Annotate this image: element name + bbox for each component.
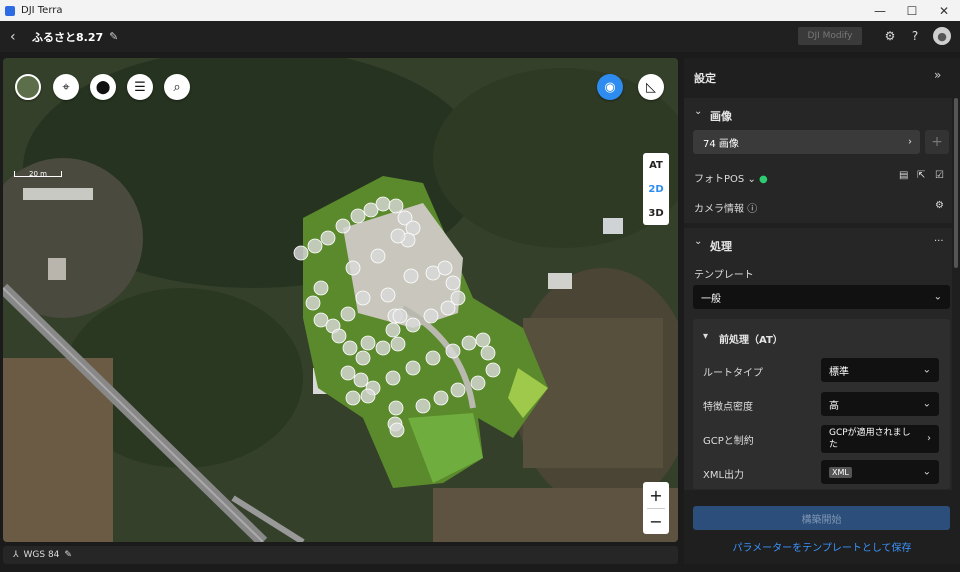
photo-pos-label: フォトPOS (694, 174, 745, 185)
chevron-down-icon: ⌄ (922, 364, 931, 376)
save-as-template-link[interactable]: パラメーターをテンプレートとして保存 (684, 539, 960, 554)
add-image-button[interactable]: + (925, 130, 949, 154)
view-mode-at[interactable]: AT (643, 153, 669, 177)
window-title: DJI Terra (21, 5, 63, 16)
basemap-toggle-icon[interactable] (15, 74, 41, 100)
settings-panel: 設定 » ⌄ 画像 74 画像 › + フォトPOS ⌄ ● ▤ ⇱ ☑ カメラ… (684, 58, 960, 564)
avatar[interactable]: ● (933, 27, 951, 45)
dji-modify-button[interactable]: DJI Modify (798, 27, 862, 45)
map-status-bar: ⅄ WGS 84 ✎ (3, 546, 678, 564)
camera-info-label: カメラ情報 (694, 204, 744, 215)
coordinate-axis-icon: ⅄ (13, 550, 19, 560)
xml-chip: XML (829, 466, 852, 478)
chevron-down-icon: ⌄ (747, 174, 759, 185)
rename-pencil-icon[interactable]: ✎ (109, 30, 118, 43)
route-type-dropdown[interactable]: 標準 ⌄ (821, 358, 939, 382)
panel-scrollbar[interactable] (954, 98, 958, 268)
chevron-down-icon[interactable]: ⌄ (694, 106, 702, 117)
help-icon[interactable]: ? (907, 28, 923, 44)
locate-target-icon[interactable]: ⌖ (53, 74, 79, 100)
xml-output-dropdown[interactable]: XML ⌄ (821, 460, 939, 484)
minimize-icon[interactable]: — (864, 0, 896, 21)
feature-density-dropdown[interactable]: 高 ⌄ (821, 392, 939, 416)
gcp-selector[interactable]: GCPが適用されました › (821, 425, 939, 453)
check-circle-icon: ● (759, 174, 768, 185)
app-logo-icon (5, 5, 15, 16)
xml-output-label: XML出力 (703, 470, 745, 481)
app-header: ‹ ふるさと8.27 ✎ DJI Modify ⚙ ? ● (0, 21, 960, 52)
gear-icon[interactable]: ⚙ (935, 200, 944, 211)
template-dropdown[interactable]: 一般 ⌄ (693, 285, 950, 309)
chevron-down-icon: ⌄ (922, 466, 931, 478)
chevron-down-icon: ⌄ (933, 291, 942, 303)
processing-section: ⌄ 処理 ··· テンプレート 一般 ⌄ ▾ 前処理（AT） ルートタイプ 標準… (684, 228, 952, 490)
chevron-down-icon: ⌄ (922, 398, 931, 410)
map-view[interactable]: ⌖ ⬤ ☰ ⌕ ◉ ◺ 20 m AT 2D 3D + − (3, 58, 678, 542)
zoom-out-button[interactable]: − (643, 508, 669, 534)
checklist-icon[interactable]: ☑ (935, 170, 944, 181)
collapse-panel-icon[interactable]: » (934, 68, 941, 82)
image-section: ⌄ 画像 74 画像 › + フォトPOS ⌄ ● ▤ ⇱ ☑ カメラ情報 ⓘ … (684, 98, 952, 223)
info-icon: ⓘ (747, 204, 758, 215)
title-bar: DJI Terra — ☐ ✕ (0, 0, 960, 21)
satellite-map-image (3, 58, 678, 542)
view-mode-3d[interactable]: 3D (643, 201, 669, 225)
more-options-icon[interactable]: ··· (934, 236, 944, 247)
scale-label: 20 m (29, 170, 47, 178)
feature-density-value: 高 (829, 400, 839, 412)
chevron-right-icon: › (908, 136, 912, 148)
measure-ruler-icon[interactable]: ◺ (638, 74, 664, 100)
image-section-title: 画像 (710, 110, 732, 123)
view-mode-2d[interactable]: 2D (643, 177, 669, 201)
zoom-controls: + − (643, 482, 669, 534)
map-pin-icon[interactable]: ⬤ (90, 74, 116, 100)
preprocess-title: 前処理（AT） (719, 335, 783, 346)
coordinate-system-label: WGS 84 (23, 550, 60, 560)
maximize-icon[interactable]: ☐ (896, 0, 928, 21)
start-build-button[interactable]: 構築開始 (693, 506, 950, 530)
close-icon[interactable]: ✕ (928, 0, 960, 21)
camera-icon[interactable]: ◉ (597, 74, 623, 100)
gear-icon[interactable]: ⚙ (882, 28, 898, 44)
triangle-down-icon[interactable]: ▾ (703, 331, 708, 342)
feature-density-label: 特徴点密度 (703, 402, 753, 413)
project-name: ふるさと8.27 (32, 30, 104, 44)
gcp-value: GCPが適用されました (829, 428, 911, 450)
panel-title: 設定 (694, 72, 716, 85)
camera-info-row[interactable]: カメラ情報 ⓘ (694, 200, 757, 215)
route-type-label: ルートタイプ (703, 368, 763, 379)
export-icon[interactable]: ⇱ (917, 170, 925, 181)
list-icon[interactable]: ☰ (127, 74, 153, 100)
route-type-value: 標準 (829, 366, 849, 378)
chevron-right-icon: › (927, 433, 931, 444)
chevron-down-icon[interactable]: ⌄ (694, 236, 702, 247)
template-value: 一般 (701, 293, 721, 305)
zoom-in-button[interactable]: + (643, 482, 669, 508)
preprocess-subsection: ▾ 前処理（AT） ルートタイプ 標準 ⌄ 特徴点密度 高 ⌄ GCPと制約 G… (693, 319, 950, 489)
search-icon[interactable]: ⌕ (164, 74, 190, 100)
processing-section-title: 処理 (710, 240, 732, 253)
app-window: DJI Terra — ☐ ✕ ‹ ふるさと8.27 ✎ DJI Modify … (0, 0, 960, 572)
view-mode-toggle: AT 2D 3D (643, 153, 669, 225)
image-count-label: 74 画像 (703, 138, 739, 150)
gcp-label: GCPと制約 (703, 436, 754, 447)
back-icon[interactable]: ‹ (10, 29, 24, 45)
photo-pos-row[interactable]: フォトPOS ⌄ ● (694, 170, 768, 185)
document-icon[interactable]: ▤ (899, 170, 908, 181)
image-count-button[interactable]: 74 画像 › (693, 130, 920, 154)
edit-coordinate-icon[interactable]: ✎ (64, 550, 72, 560)
template-label: テンプレート (694, 270, 754, 281)
